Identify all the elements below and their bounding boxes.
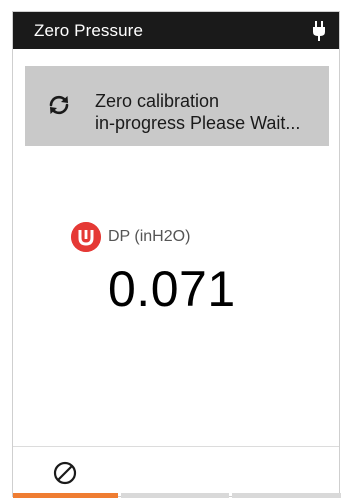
dp-label: DP (inH2O): [108, 228, 191, 245]
banner-message: Zero calibration in-progress Please Wait…: [95, 90, 325, 134]
device-screen: Zero Pressure Zero calibration in-progre…: [12, 11, 341, 498]
reading-header: DP (inH2O): [71, 222, 271, 252]
calibration-banner: Zero calibration in-progress Please Wait…: [25, 66, 329, 146]
window-title: Zero Pressure: [34, 21, 144, 40]
footer-divider: [13, 446, 339, 447]
sensor-badge-icon: [71, 222, 101, 252]
refresh-icon: [49, 95, 69, 115]
banner-line-1: Zero calibration: [95, 91, 220, 111]
plug-icon: [313, 21, 325, 41]
title-bar: Zero Pressure: [13, 12, 339, 49]
cancel-icon[interactable]: [52, 460, 78, 486]
tab-indicator-1[interactable]: [13, 493, 118, 498]
tab-indicator-3[interactable]: [232, 493, 341, 498]
banner-line-2: in-progress Please Wait...: [95, 113, 301, 133]
tab-indicators: [13, 493, 341, 498]
tab-indicator-2[interactable]: [121, 493, 229, 498]
dp-value: 0.071: [108, 261, 236, 317]
